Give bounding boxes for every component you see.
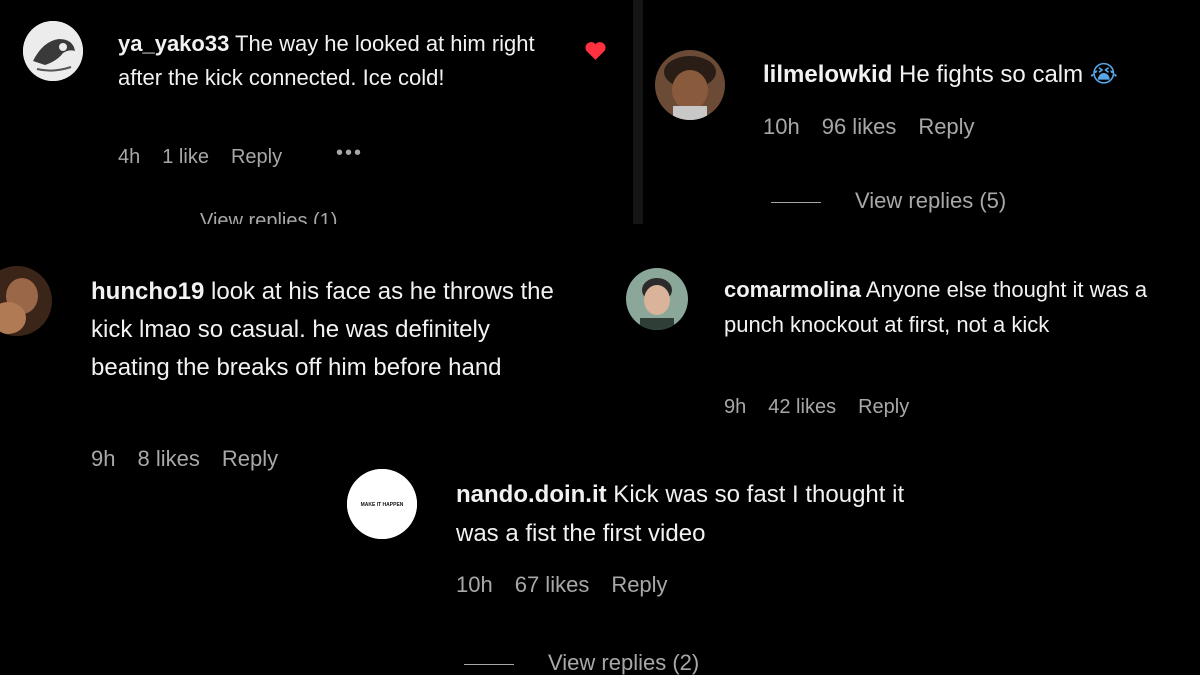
more-options-icon[interactable]: ••• [336,142,363,165]
comment-text: lilmelowkid He fights so calm 😭 [763,57,1200,92]
comment-panel-comarmolina: comarmolina Anyone else thought it was a… [600,234,1200,420]
comment-meta: 4h 1 like Reply [118,146,304,169]
username[interactable]: huncho19 [91,278,204,305]
comment-text: comarmolina Anyone else thought it was a… [724,272,1184,342]
comment-body: He fights so calm [892,61,1090,88]
avatar[interactable] [23,21,83,81]
username[interactable]: comarmolina [724,277,861,302]
meta-clipped: 9h 42 likes Reply [724,394,1044,420]
view-replies-clipped: View replies (1) [200,210,400,224]
reply-button[interactable]: Reply [611,572,667,597]
like-count[interactable]: 67 likes [515,572,590,597]
timestamp: 9h [91,446,116,471]
like-count[interactable]: 42 likes [768,396,836,418]
comment-text: ya_yako33 The way he looked at him right… [118,27,568,95]
crying-emoji-icon: 😭 [1089,60,1118,88]
comment-text: nando.doin.it Kick was so fast I thought… [456,475,926,553]
comment-meta: 9h 42 likes Reply [724,396,931,419]
username[interactable]: ya_yako33 [118,31,229,56]
comment-panel-huncho19: huncho19 look at his face as he throws t… [0,234,600,484]
profile-photo-icon [626,268,688,330]
profile-photo-icon [655,50,725,120]
reply-button[interactable]: Reply [918,114,974,139]
comment-meta: 10h 67 likes Reply [456,572,690,598]
comment-meta: 9h 8 likes Reply [91,446,300,472]
comment-meta: 10h 96 likes Reply [763,114,997,140]
comment-panel-lilmelowkid: lilmelowkid He fights so calm 😭 10h 96 li… [643,0,1200,224]
make-it-happen-logo-icon: MAKE IT HAPPEN [347,469,417,539]
avatar[interactable]: MAKE IT HAPPEN [347,469,417,539]
reply-button[interactable]: Reply [231,146,282,168]
reply-button[interactable]: Reply [858,396,909,418]
avatar[interactable] [655,50,725,120]
comment-panel-ya-yako33: ya_yako33 The way he looked at him right… [0,0,632,224]
username[interactable]: nando.doin.it [456,481,607,508]
view-replies-button[interactable]: View replies (5) [771,188,1006,214]
panel-divider [633,0,643,224]
like-count[interactable]: 96 likes [822,114,897,139]
comment-panel-nando-doin-it: MAKE IT HAPPEN nando.doin.it Kick was so… [340,462,960,675]
like-count[interactable]: 8 likes [137,446,199,471]
avatar[interactable] [0,266,52,336]
heart-icon[interactable] [583,38,608,63]
timestamp: 10h [763,114,800,139]
view-replies-button[interactable]: View replies (1) [200,210,337,224]
replies-line [464,663,514,665]
reply-button[interactable]: Reply [222,446,278,471]
username[interactable]: lilmelowkid [763,61,892,88]
timestamp: 9h [724,396,747,418]
timestamp: 10h [456,572,493,597]
replies-line [771,201,821,203]
sketch-avatar-icon [23,21,83,81]
timestamp: 4h [118,146,141,168]
profile-photo-icon [0,266,52,336]
svg-text:MAKE IT HAPPEN: MAKE IT HAPPEN [361,502,404,508]
avatar[interactable] [626,268,688,330]
like-count[interactable]: 1 like [162,146,209,168]
comment-text: huncho19 look at his face as he throws t… [91,273,571,387]
view-replies-button[interactable]: View replies (2) [464,650,699,675]
